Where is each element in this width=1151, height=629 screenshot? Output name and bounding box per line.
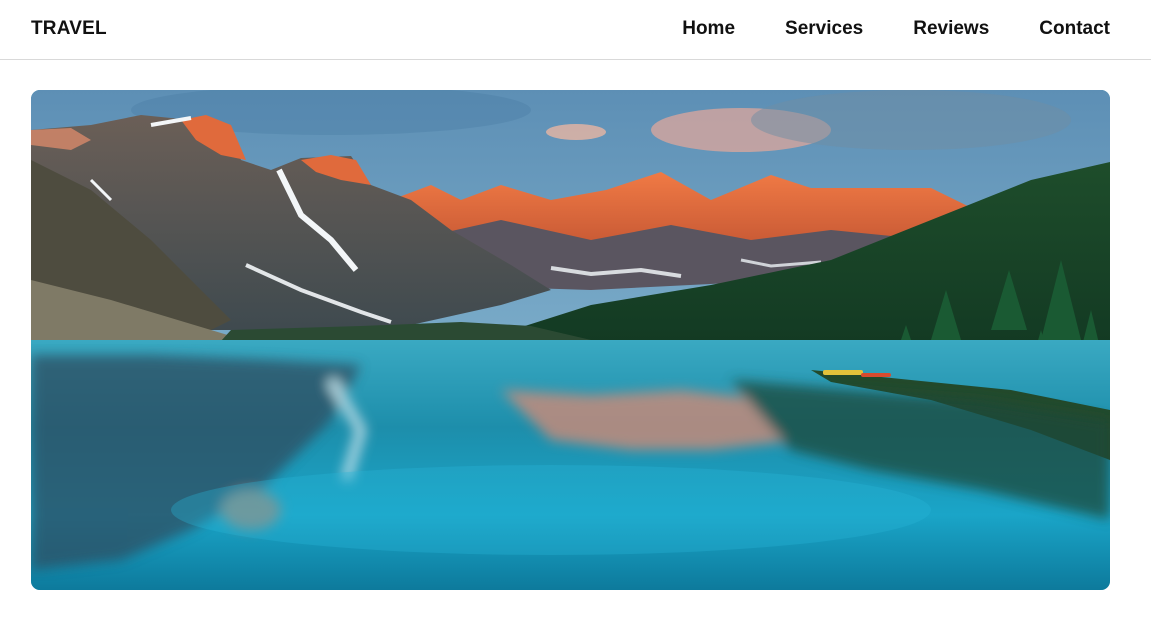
nav-link-contact[interactable]: Contact	[1039, 18, 1110, 40]
nav-link-services[interactable]: Services	[785, 18, 863, 40]
hero-image	[31, 90, 1110, 590]
nav-link-home[interactable]: Home	[682, 18, 735, 40]
landscape-illustration	[31, 90, 1110, 590]
nav-link-reviews[interactable]: Reviews	[913, 18, 989, 40]
brand-logo[interactable]: TRAVEL	[31, 18, 107, 40]
main-nav: Home Services Reviews Contact	[682, 18, 1110, 40]
navbar: TRAVEL Home Services Reviews Contact	[0, 0, 1151, 60]
